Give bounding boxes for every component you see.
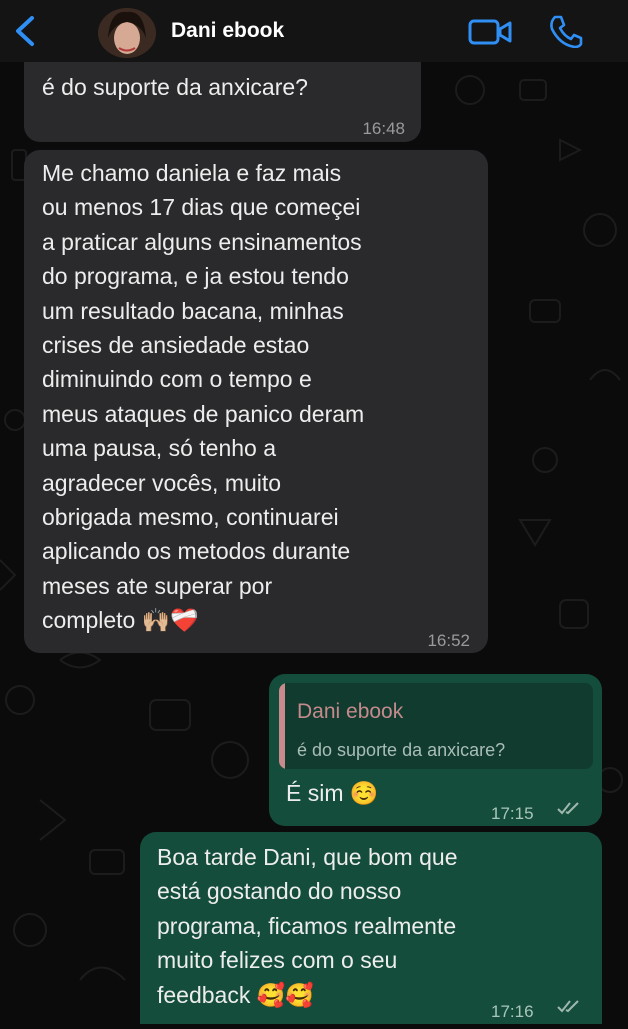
contact-avatar[interactable]	[98, 8, 156, 58]
contact-name[interactable]: Dani ebook	[171, 19, 284, 43]
message-text: É sim ☺️	[286, 780, 379, 806]
incoming-message[interactable]: é do suporte da anxicare? 16:48	[24, 62, 421, 142]
read-receipt-icon	[557, 1000, 579, 1013]
message-time: 17:15	[491, 804, 534, 823]
read-receipt-icon	[557, 802, 579, 815]
message-time: 16:52	[427, 631, 470, 650]
phone-call-icon[interactable]	[548, 14, 584, 48]
message-list[interactable]: é do suporte da anxicare? 16:48 Me chamo…	[0, 62, 628, 1024]
quote-text: é do suporte da anxicare?	[297, 740, 506, 760]
message-time: 16:48	[362, 119, 405, 138]
message-text: Me chamo daniela e faz mais ou menos 17 …	[42, 160, 365, 634]
back-chevron-icon[interactable]	[10, 14, 42, 48]
message-text: é do suporte da anxicare?	[42, 74, 308, 100]
quote-author: Dani ebook	[297, 700, 404, 723]
message-text: Boa tarde Dani, que bom que está gostand…	[157, 844, 458, 1008]
quoted-message[interactable]: Dani ebook é do suporte da anxicare?	[279, 683, 593, 769]
quote-accent-bar	[279, 683, 285, 769]
chat-header: Dani ebook	[0, 0, 628, 62]
outgoing-reply-message[interactable]: Dani ebook é do suporte da anxicare? É s…	[269, 674, 602, 826]
video-call-icon[interactable]	[468, 18, 512, 46]
incoming-message[interactable]: Me chamo daniela e faz mais ou menos 17 …	[24, 150, 488, 653]
outgoing-message[interactable]: Boa tarde Dani, que bom que está gostand…	[140, 832, 602, 1024]
